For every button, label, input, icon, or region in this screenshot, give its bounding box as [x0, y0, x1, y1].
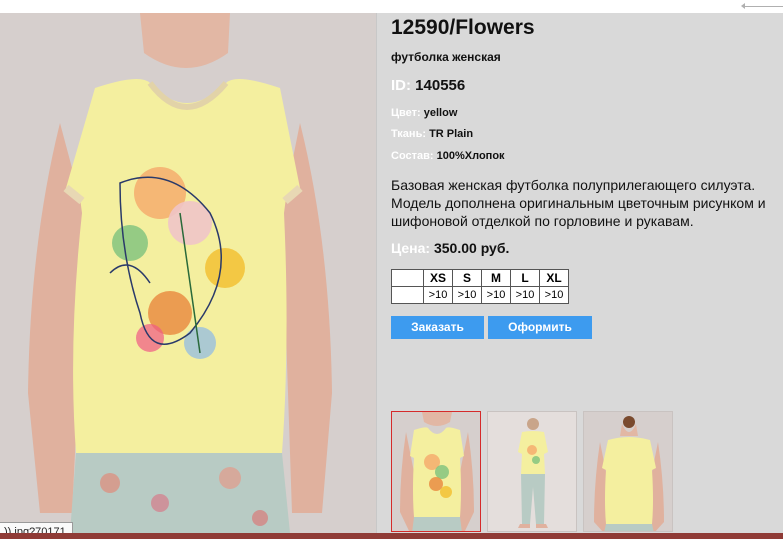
- attr-value: TR Plain: [429, 128, 474, 140]
- attr-value: 100%Хлопок: [436, 150, 505, 162]
- size-table: XS S M L XL >10 >10 >10 >10 >10: [391, 269, 569, 304]
- product-title: 12590/Flowers: [391, 16, 535, 39]
- thumbnail-front-view[interactable]: [391, 411, 481, 532]
- stock-l: >10: [510, 286, 540, 304]
- attr-color: Цвет: yellow: [391, 107, 457, 119]
- model-photo: [0, 13, 376, 533]
- thumbnail-front-image: [392, 412, 480, 531]
- product-subtitle: футболка женская: [391, 50, 501, 64]
- size-m: M: [481, 269, 511, 287]
- thumbnail-full-body-image: [488, 412, 576, 531]
- order-button[interactable]: Заказать: [391, 316, 484, 339]
- product-info-panel: 12590/Flowers футболка женская ID: 14055…: [376, 13, 783, 533]
- attr-composition: Состав: 100%Хлопок: [391, 150, 505, 162]
- attr-label: Состав:: [391, 150, 434, 162]
- id-label: ID:: [391, 77, 411, 94]
- arrow-line: [744, 6, 783, 7]
- url-tooltip: )).jpg?70171: [0, 522, 73, 533]
- attr-label: Цвет:: [391, 107, 421, 119]
- size-xs: XS: [423, 269, 453, 287]
- thumbnail-back-image: [584, 412, 672, 531]
- thumbnail-back-view[interactable]: [583, 411, 673, 532]
- stock-s: >10: [452, 286, 482, 304]
- stock-xs: >10: [423, 286, 453, 304]
- top-strip: [0, 0, 783, 14]
- attr-value: yellow: [423, 107, 458, 119]
- stock-xl: >10: [539, 286, 569, 304]
- size-corner-cell: [391, 269, 424, 287]
- price-label: Цена:: [391, 240, 431, 256]
- price: Цена: 350.00 руб.: [391, 240, 509, 256]
- main-product-image[interactable]: )).jpg?70171: [0, 13, 376, 533]
- attr-fabric: Ткань: TR Plain: [391, 128, 473, 140]
- stock-corner-cell: [391, 286, 424, 304]
- size-s: S: [452, 269, 482, 287]
- checkout-button[interactable]: Оформить: [488, 316, 592, 339]
- bottom-bar: [0, 533, 783, 539]
- size-l: L: [510, 269, 540, 287]
- size-stock-row: >10 >10 >10 >10 >10: [391, 286, 569, 304]
- price-value: 350.00 руб.: [433, 240, 510, 256]
- product-id: ID: 140556: [391, 77, 465, 94]
- stock-m: >10: [481, 286, 511, 304]
- thumbnail-full-body-view[interactable]: [487, 411, 577, 532]
- attr-label: Ткань:: [391, 128, 426, 140]
- id-value: 140556: [415, 77, 466, 94]
- size-header-row: XS S M L XL: [391, 269, 569, 287]
- product-description: Базовая женская футболка полуприлегающег…: [391, 177, 766, 229]
- size-xl: XL: [539, 269, 569, 287]
